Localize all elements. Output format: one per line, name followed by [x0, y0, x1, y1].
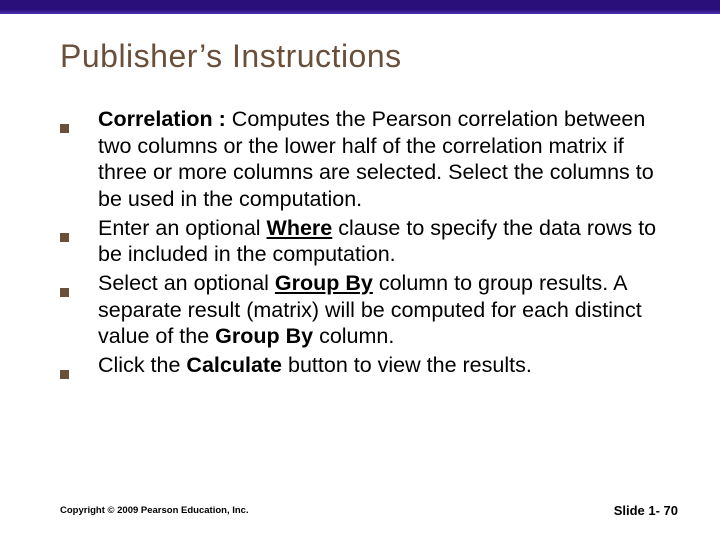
bullet-post: button to view the results. — [282, 353, 532, 377]
bullet-icon — [60, 352, 98, 386]
top-accent-bar — [0, 0, 720, 14]
bullet-text: Correlation : Computes the Pearson corre… — [98, 106, 670, 213]
bullet-pre: Enter an optional — [98, 216, 267, 240]
slide-number: Slide 1- 70 — [614, 503, 678, 518]
slide-title: Publisher’s Instructions — [60, 38, 402, 75]
list-item: Enter an optional Where clause to specif… — [60, 215, 670, 268]
slide: Publisher’s Instructions Correlation : C… — [0, 0, 720, 540]
bullet-icon — [60, 215, 98, 249]
bullet-icon — [60, 106, 98, 140]
list-item: Correlation : Computes the Pearson corre… — [60, 106, 670, 213]
keyword-group-by-2: Group By — [215, 324, 313, 348]
bullet-text: Click the Calculate button to view the r… — [98, 352, 670, 379]
copyright-text: Copyright © 2009 Pearson Education, Inc. — [60, 505, 249, 516]
bullet-icon — [60, 270, 98, 304]
bullet-post: column. — [313, 324, 394, 348]
bullet-pre: Select an optional — [98, 271, 275, 295]
list-item: Select an optional Group By column to gr… — [60, 270, 670, 350]
bullet-lead: Correlation : — [98, 107, 232, 131]
keyword-calculate: Calculate — [186, 353, 282, 377]
bullet-pre: Click the — [98, 353, 186, 377]
content-area: Correlation : Computes the Pearson corre… — [60, 106, 670, 388]
keyword-where: Where — [267, 216, 333, 240]
bullet-text: Select an optional Group By column to gr… — [98, 270, 670, 350]
bullet-text: Enter an optional Where clause to specif… — [98, 215, 670, 268]
keyword-group-by: Group By — [275, 271, 373, 295]
list-item: Click the Calculate button to view the r… — [60, 352, 670, 386]
